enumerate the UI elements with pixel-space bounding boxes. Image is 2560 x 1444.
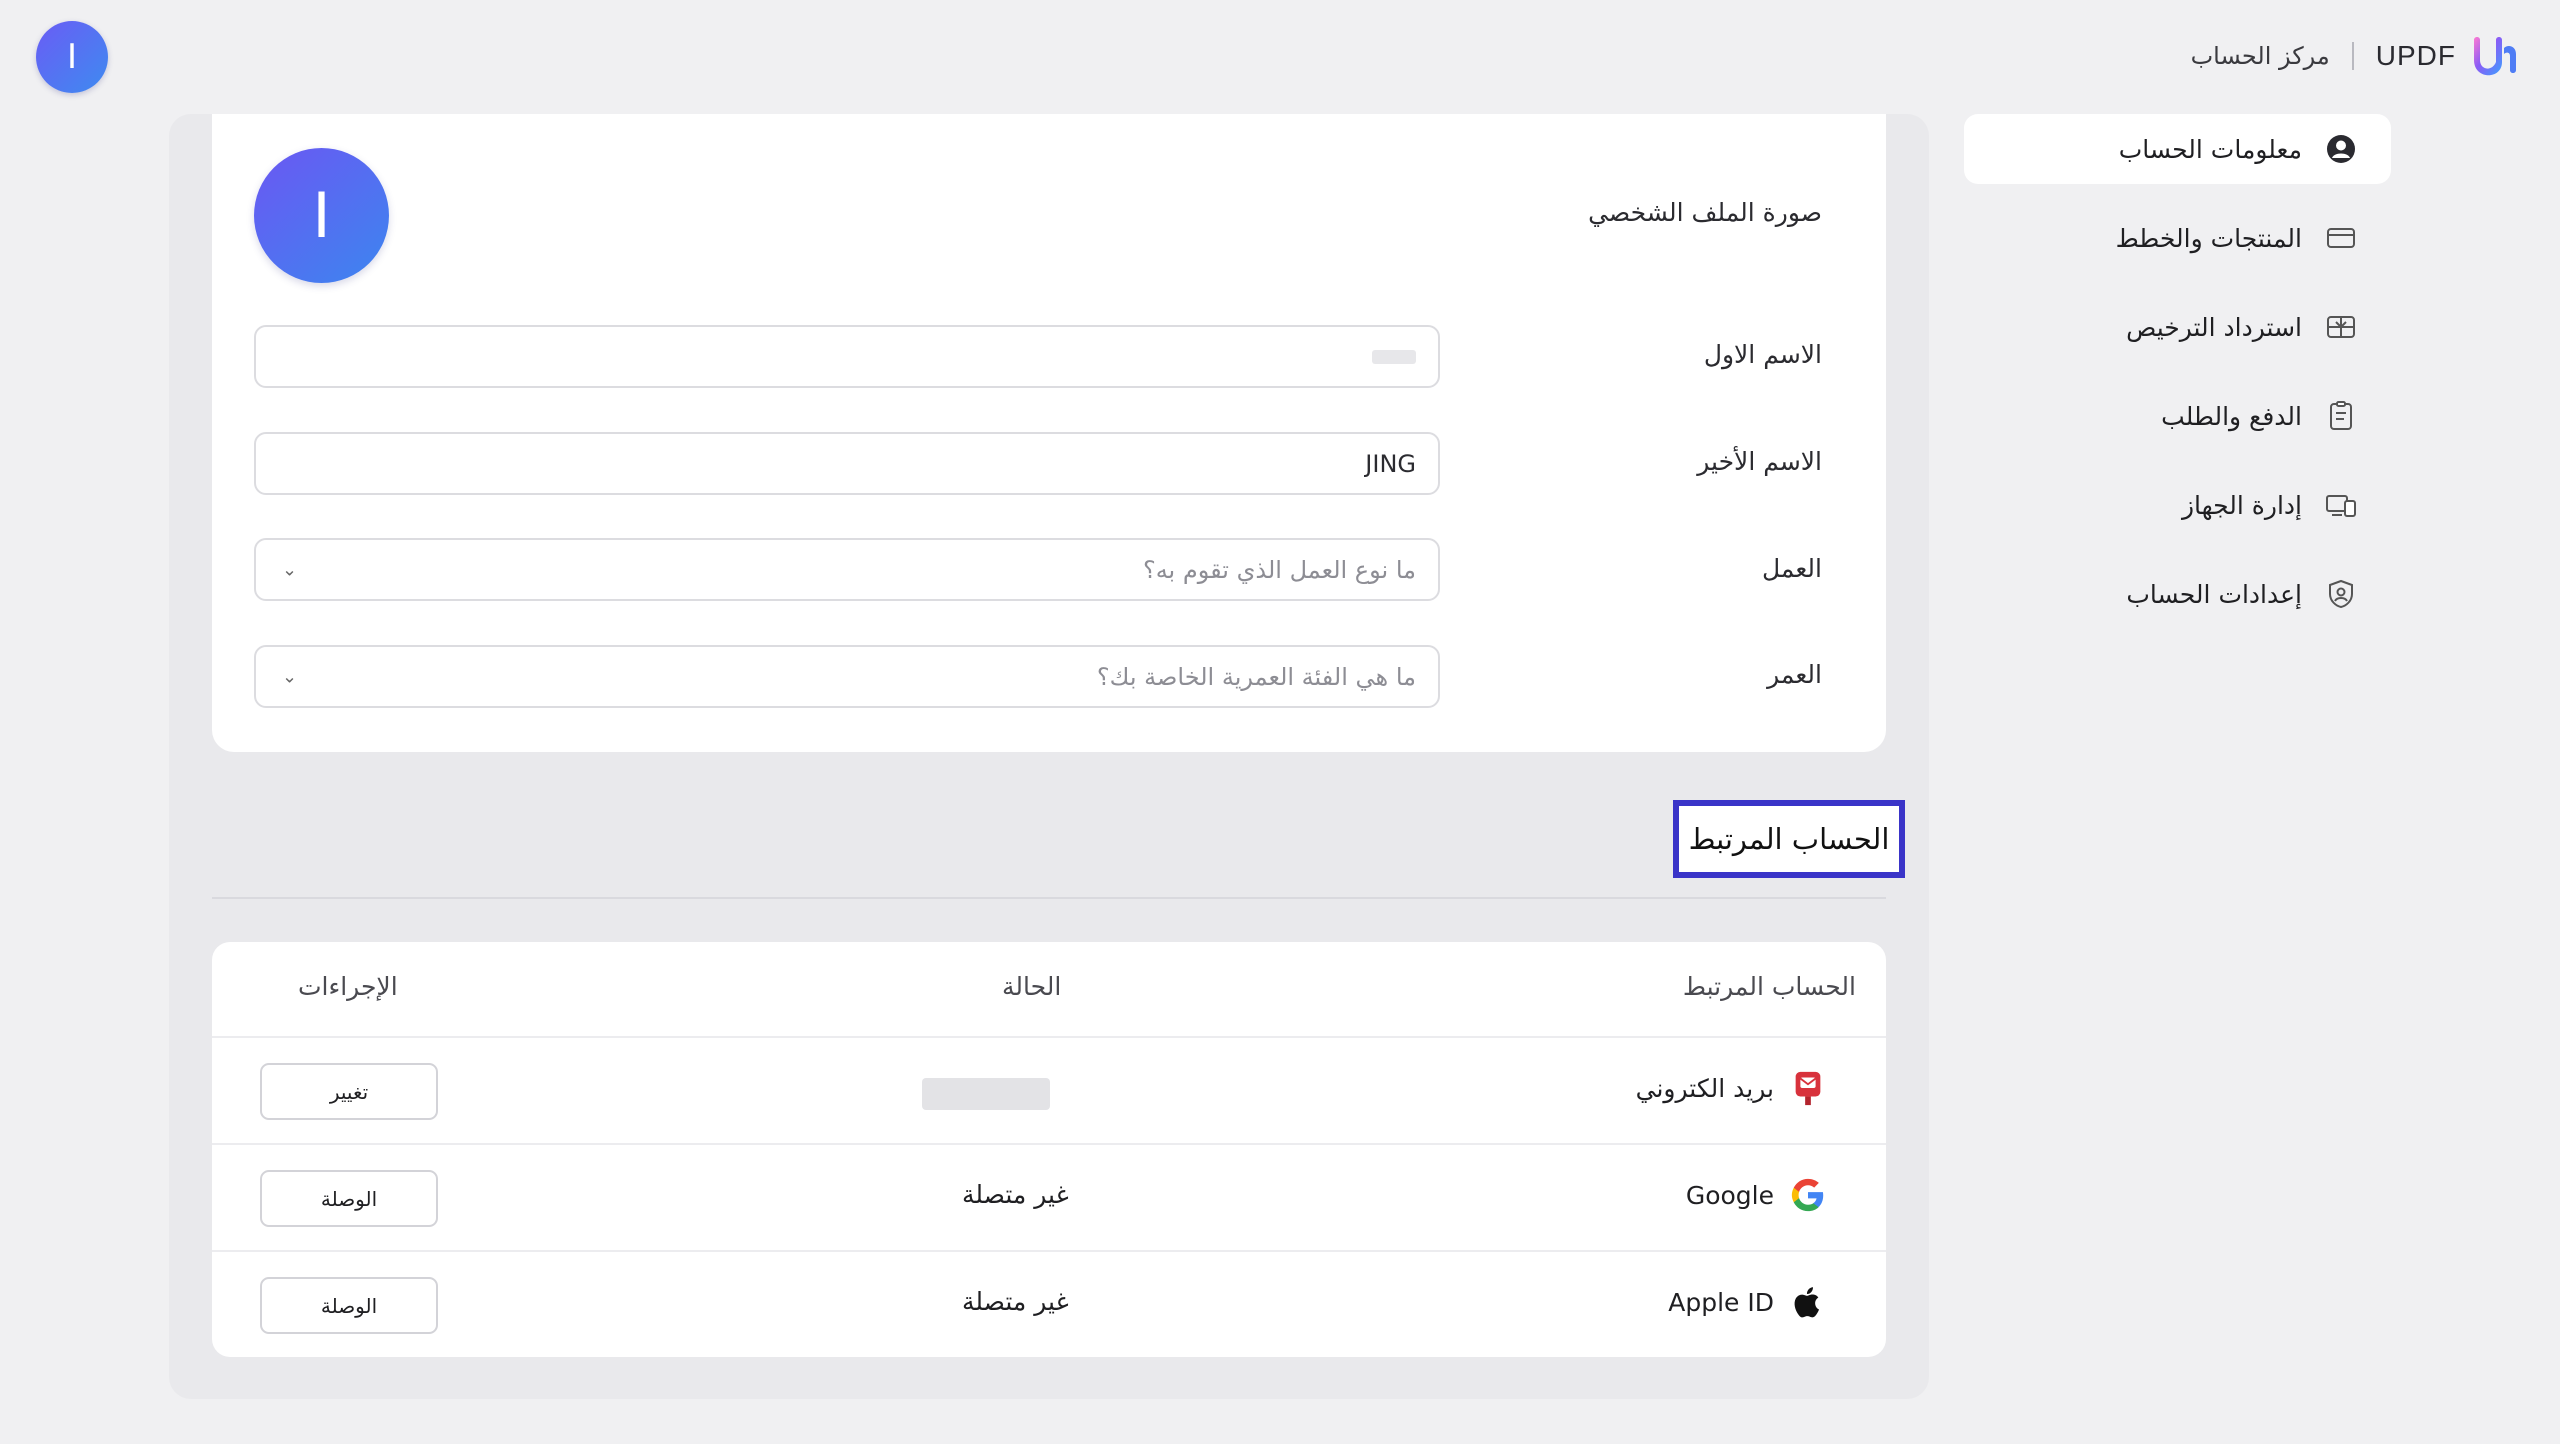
account-status: غير متصلة: [962, 1287, 1069, 1316]
shield-user-icon: [2324, 577, 2358, 611]
age-placeholder: ما هي الفئة العمرية الخاصة بك؟: [1096, 662, 1416, 691]
mail-icon: [1788, 1068, 1828, 1108]
sidebar-item-account-settings[interactable]: إعدادات الحساب: [1964, 559, 2391, 629]
updf-logo-icon[interactable]: [2468, 30, 2524, 82]
header-account: الحساب المرتبط: [1682, 972, 1856, 1001]
account-cell: Google: [1686, 1175, 1828, 1215]
profile-photo[interactable]: I: [254, 148, 389, 283]
sidebar-item-label: معلومات الحساب: [2118, 134, 2302, 164]
brand-divider: [2351, 42, 2354, 70]
sidebar-item-label: إعدادات الحساب: [2126, 579, 2302, 609]
brand-name[interactable]: UPDF: [2376, 40, 2456, 72]
google-icon: [1788, 1175, 1828, 1215]
last-name-label: الاسم الأخير: [1697, 447, 1822, 476]
card-icon: [2324, 221, 2358, 255]
change-email-button[interactable]: تغيير: [260, 1063, 438, 1120]
account-cell: Apple ID: [1668, 1282, 1828, 1322]
account-center-title[interactable]: مركز الحساب: [2191, 42, 2330, 70]
last-name-field[interactable]: JING: [254, 432, 1440, 495]
age-label: العمر: [1767, 660, 1822, 689]
brand-header: مركز الحساب UPDF: [2191, 28, 2524, 84]
table-header: الحساب المرتبط الحالة الإجراءات: [212, 942, 1886, 1038]
account-name: Apple ID: [1668, 1287, 1774, 1317]
linked-accounts-table: الحساب المرتبط الحالة الإجراءات بريد الك…: [212, 942, 1886, 1357]
table-row: Apple ID غير متصلة الوصلة: [212, 1252, 1886, 1357]
connect-google-button[interactable]: الوصلة: [260, 1170, 438, 1227]
header-actions: الإجراءات: [298, 972, 398, 1001]
profile-photo-label: صورة الملف الشخصي: [1588, 198, 1822, 227]
sidebar-item-payment-order[interactable]: الدفع والطلب: [1964, 381, 2391, 451]
gift-icon: [2324, 310, 2358, 344]
profile-photo-initial: I: [312, 179, 331, 252]
age-select[interactable]: ما هي الفئة العمرية الخاصة بك؟ ⌄: [254, 645, 1440, 708]
job-label: العمل: [1761, 554, 1822, 583]
user-circle-icon: [2324, 132, 2358, 166]
devices-icon: [2324, 488, 2358, 522]
sidebar-item-account-info[interactable]: معلومات الحساب: [1964, 114, 2391, 184]
connect-apple-button[interactable]: الوصلة: [260, 1277, 438, 1334]
sidebar-item-device-management[interactable]: إدارة الجهاز: [1964, 470, 2391, 540]
header-avatar[interactable]: I: [36, 21, 108, 93]
last-name-value: JING: [1365, 449, 1416, 478]
redacted-email: [922, 1078, 1050, 1110]
sidebar: معلومات الحساب المنتجات والخطط استرداد ا…: [1964, 114, 2391, 648]
first-name-field[interactable]: [254, 325, 1440, 388]
sidebar-item-label: الدفع والطلب: [2161, 401, 2302, 431]
section-divider: [212, 897, 1886, 899]
account-status: غير متصلة: [962, 1180, 1069, 1209]
first-name-label: الاسم الاول: [1703, 340, 1822, 369]
sidebar-item-products-plans[interactable]: المنتجات والخطط: [1964, 203, 2391, 273]
redacted-mark: [1372, 349, 1416, 364]
sidebar-item-label: استرداد الترخيص: [2126, 312, 2302, 342]
account-name: Google: [1685, 1180, 1774, 1210]
apple-icon: [1788, 1282, 1828, 1322]
table-row: بريد الكتروني تغيير: [212, 1038, 1886, 1145]
sidebar-item-label: المنتجات والخطط: [2115, 223, 2302, 253]
sidebar-item-label: إدارة الجهاز: [2181, 490, 2302, 520]
header-status: الحالة: [1002, 972, 1062, 1001]
account-cell: بريد الكتروني: [1636, 1068, 1828, 1108]
clipboard-icon: [2324, 399, 2358, 433]
sidebar-item-redeem-license[interactable]: استرداد الترخيص: [1964, 292, 2391, 362]
header-avatar-initial: I: [66, 37, 78, 77]
job-select[interactable]: ما نوع العمل الذي تقوم به؟ ⌄: [254, 538, 1440, 601]
account-name: بريد الكتروني: [1635, 1073, 1774, 1103]
linked-account-heading: الحساب المرتبط: [1673, 800, 1905, 878]
table-row: Google غير متصلة الوصلة: [212, 1145, 1886, 1252]
linked-account-title: الحساب المرتبط: [1688, 822, 1890, 856]
chevron-down-icon: ⌄: [282, 666, 298, 687]
job-placeholder: ما نوع العمل الذي تقوم به؟: [1142, 555, 1416, 584]
chevron-down-icon: ⌄: [282, 559, 298, 580]
